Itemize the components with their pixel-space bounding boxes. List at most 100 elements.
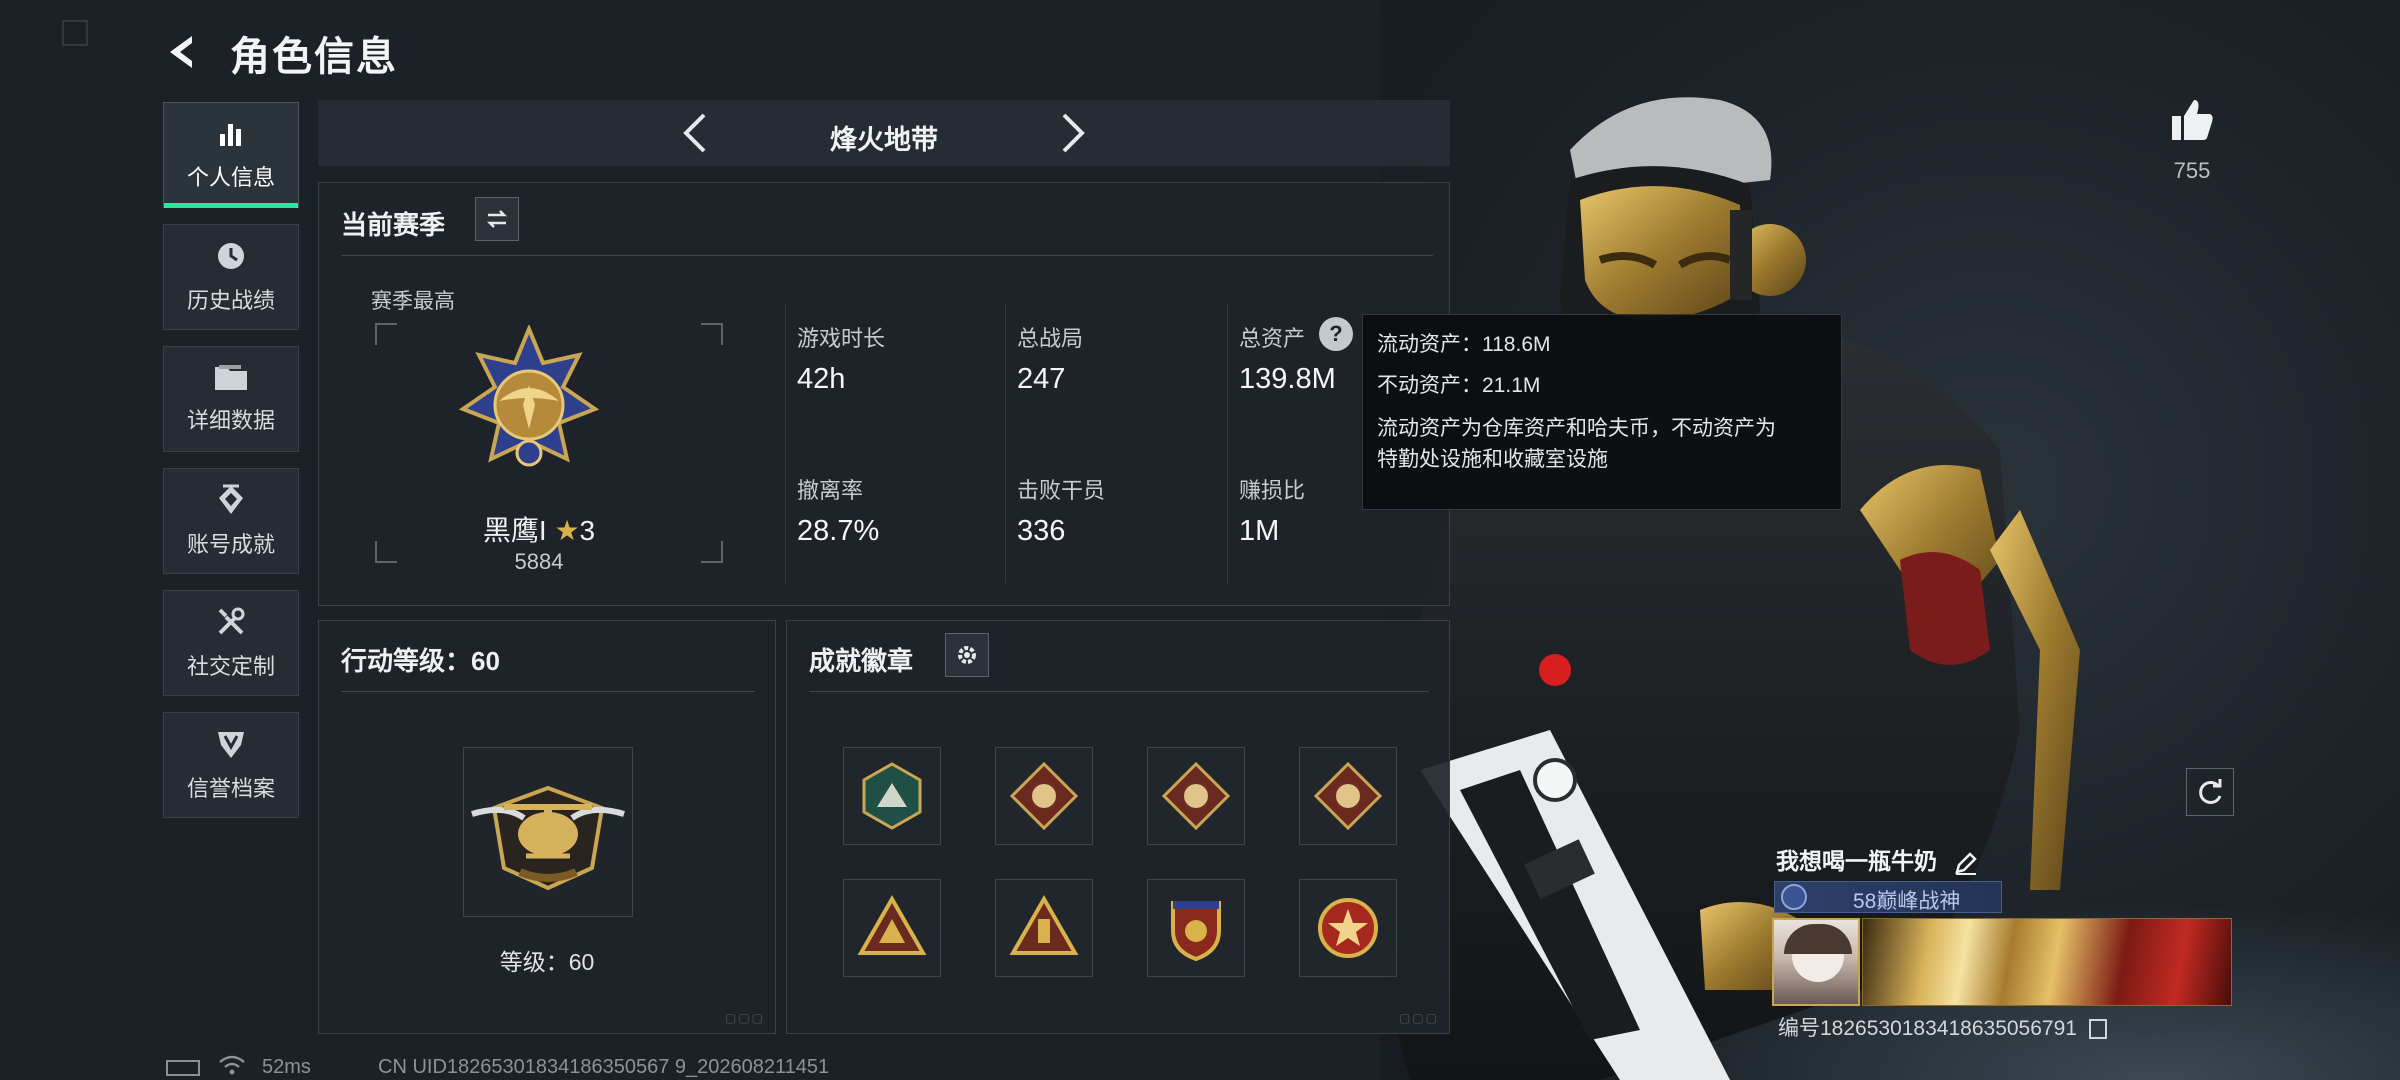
sidebar-item-label: 个人信息 [186,165,275,190]
edit-icon[interactable] [1953,850,1979,876]
achievements-panel: 成就徽章 ▢▢▢ [786,620,1450,1034]
achievement-badge[interactable] [843,747,941,845]
achievement-badge[interactable] [1299,747,1397,845]
clock-icon [218,243,244,269]
folder-icon [215,365,247,390]
diamond-red-badge-icon [1009,761,1079,831]
achievement-badge[interactable] [843,879,941,977]
rank-line: 黑鹰I ★3 [371,509,707,549]
achievements-settings-button[interactable] [945,633,989,677]
achievement-badge[interactable] [1147,879,1245,977]
achievement-badge[interactable] [1299,879,1397,977]
season-switch-button[interactable] [475,197,519,241]
sidebar-item-detail-data[interactable]: 详细数据 [163,346,299,452]
sidebar-item-personal-info[interactable]: 个人信息 [163,102,299,208]
player-name-text: 我想喝一瓶牛奶 [1776,848,1937,874]
mode-title: 烽火地带 [830,125,938,155]
tooltip-desc-1: 流动资产为仓库资产和哈夫币，不动资产为 [1377,417,1776,440]
copy-icon[interactable] [2088,1019,2107,1040]
player-id-text: 编号1826530183418635056791 [1778,1017,2077,1040]
season-best-label: 赛季最高 [371,290,455,313]
chevron-right-icon [1062,113,1085,153]
stat-value: 1M [1239,515,1280,547]
stat-label: 赚损比 [1239,478,1306,503]
back-button[interactable] [160,28,208,76]
stat-label: 总战局 [1017,326,1084,351]
divider [341,691,755,692]
stat-value: 336 [1017,515,1066,547]
season-panel: 当前赛季 赛季最高 黑鹰I ★3 5884 游戏时长 42h 总战局 247 总… [318,182,1450,606]
wifi-icon [219,1055,245,1075]
corner-deco: ▢▢▢ [724,1011,765,1025]
achievement-badge[interactable] [995,747,1093,845]
sidebar-item-achievements[interactable]: 账号成就 [163,468,299,574]
level-badge-frame [463,747,633,917]
tools-icon [218,607,245,635]
back-arrow-icon [170,36,192,68]
refresh-button[interactable] [2186,768,2234,816]
battery-icon [166,1060,200,1076]
rank-emblem-icon [459,325,599,467]
tooltip-desc-2: 特勤处设施和收藏室设施 [1377,448,1608,471]
divider [785,303,786,583]
corner-deco [62,20,88,46]
divider [341,255,1433,256]
divider [809,691,1429,692]
ping-text: 52ms [262,1056,311,1078]
sidebar-item-label: 信誉档案 [186,776,275,801]
sidebar-item-label: 账号成就 [186,532,275,557]
helicopter-badge-icon [471,785,625,891]
thumbs-up-icon[interactable] [2168,96,2216,144]
shield-gold-badge-icon [1171,901,1221,962]
rank-stars: 3 [579,515,596,546]
rank-name: 黑鹰I [482,515,547,546]
divider [1005,303,1006,583]
stat-label: 撤离率 [797,478,864,503]
page-title: 角色信息 [230,35,398,79]
help-icon[interactable]: ? [1319,317,1353,351]
player-title: 58巅峰战神 [1853,890,1961,913]
achievement-badge[interactable] [995,879,1093,977]
divider [1227,303,1228,583]
rank-score: 5884 [514,549,564,574]
player-title-plate: 58巅峰战神 [1774,881,2002,913]
sidebar-item-label: 历史战绩 [186,288,275,313]
sidebar-item-label: 详细数据 [186,408,275,433]
achievement-badge[interactable] [1147,747,1245,845]
stat-value: 42h [797,363,846,395]
level-text: 等级：60 [499,949,595,975]
stat-value: 247 [1017,363,1066,395]
diamond-red-badge-icon [1161,761,1231,831]
player-id: 编号1826530183418635056791 [1778,1012,2107,1042]
stat-value: 28.7% [797,515,880,547]
action-level-header: 行动等级：60 [341,646,500,676]
swap-icon [486,210,508,228]
mode-switcher: 烽火地带 [318,100,1450,166]
triangle-gold-badge-icon [857,894,927,955]
assets-tooltip: 流动资产：118.6M 不动资产：21.1M 流动资产为仓库资产和哈夫币，不动资… [1362,314,1842,510]
frame-corner [375,323,397,345]
stat-label: 游戏时长 [797,326,886,351]
shield-icon [218,732,244,758]
player-name: 我想喝一瓶牛奶 [1776,842,1979,876]
like-count: 755 [2173,158,2211,183]
gear-icon [958,646,976,664]
sidebar-item-reputation[interactable]: 信誉档案 [163,712,299,818]
tooltip-liquid: 流动资产：118.6M [1377,333,1551,356]
achievement-icon [219,484,243,514]
stat-label: 击败干员 [1017,478,1106,503]
refresh-icon [2199,779,2222,804]
action-level-panel: 行动等级：60 等级：60 ▢▢▢ [318,620,776,1034]
avatar[interactable] [1772,918,1860,1006]
corner-deco: ▢▢▢ [1398,1011,1439,1025]
sidebar-item-social[interactable]: 社交定制 [163,590,299,696]
tooltip-fixed: 不动资产：21.1M [1377,374,1541,397]
season-header: 当前赛季 [341,210,446,240]
hex-green-badge-icon [862,762,922,830]
triangle-gold-badge-icon [1009,894,1079,955]
achievements-header: 成就徽章 [809,646,914,676]
diamond-red-badge-icon [1313,761,1383,831]
sidebar-item-label: 社交定制 [186,654,275,679]
next-mode-button[interactable] [1048,108,1098,158]
sidebar-item-history[interactable]: 历史战绩 [163,224,299,330]
